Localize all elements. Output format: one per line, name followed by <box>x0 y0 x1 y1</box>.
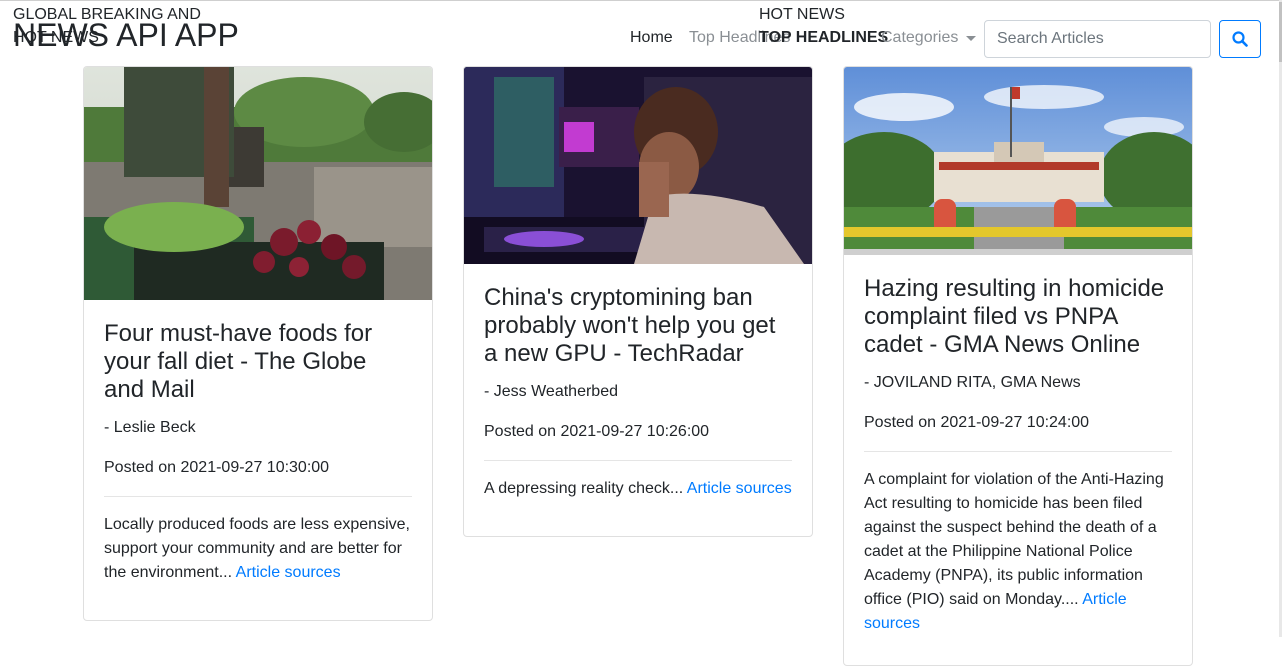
article-image[interactable] <box>464 67 812 264</box>
search-icon <box>1232 31 1248 47</box>
article-posted-date: Posted on 2021-09-27 10:26:00 <box>484 423 710 440</box>
card-body: Four must-have foods for your fall diet … <box>84 300 432 585</box>
caret-down-icon[interactable] <box>966 36 976 41</box>
card-divider <box>104 496 412 497</box>
card-divider <box>864 451 1172 452</box>
gamer-image <box>464 67 812 264</box>
article-description-text: A depressing reality check... <box>484 480 684 497</box>
brand-title[interactable]: NEWS API APP <box>13 17 239 53</box>
navbar: GLOBAL BREAKING AND HOT NEWS NEWS API AP… <box>0 0 1282 60</box>
article-sources-link[interactable]: Article sources <box>236 564 341 581</box>
article-sources-link[interactable]: Article sources <box>687 480 792 497</box>
nav-home-link[interactable]: Home <box>630 29 673 47</box>
article-description: A complaint for violation of the Anti-Ha… <box>864 468 1172 636</box>
article-card: Four must-have foods for your fall diet … <box>83 66 433 621</box>
card-body: Hazing resulting in homicide complaint f… <box>844 255 1192 636</box>
article-posted-date: Posted on 2021-09-27 10:30:00 <box>104 459 330 476</box>
article-description: A depressing reality check... Article so… <box>484 477 792 501</box>
nav-categories-dropdown[interactable]: Categories <box>881 29 958 47</box>
top-headlines-banner: TOP HEADLINES <box>759 29 889 46</box>
card-divider <box>484 460 792 461</box>
article-title[interactable]: Hazing resulting in homicide complaint f… <box>864 275 1172 359</box>
hot-news-label: HOT NEWS <box>759 6 845 23</box>
article-card: Hazing resulting in homicide complaint f… <box>843 66 1193 666</box>
article-posted-date: Posted on 2021-09-27 10:24:00 <box>864 414 1090 431</box>
article-author: - Leslie Beck <box>104 419 196 436</box>
card-body: China's cryptomining ban probably won't … <box>464 264 812 501</box>
farm-produce-image <box>84 67 432 300</box>
article-image[interactable] <box>844 67 1192 255</box>
search-input[interactable] <box>984 20 1211 58</box>
article-title[interactable]: China's cryptomining ban probably won't … <box>484 284 792 368</box>
article-author: - JOVILAND RITA, GMA News <box>864 374 1081 391</box>
article-title[interactable]: Four must-have foods for your fall diet … <box>104 320 412 404</box>
article-author: - Jess Weatherbed <box>484 383 618 400</box>
article-description-text: A complaint for violation of the Anti-Ha… <box>864 471 1164 608</box>
building-image <box>844 67 1192 255</box>
article-description: Locally produced foods are less expensiv… <box>104 513 412 585</box>
article-image[interactable] <box>84 67 432 300</box>
article-card: China's cryptomining ban probably won't … <box>463 66 813 537</box>
search-button[interactable] <box>1219 20 1261 58</box>
